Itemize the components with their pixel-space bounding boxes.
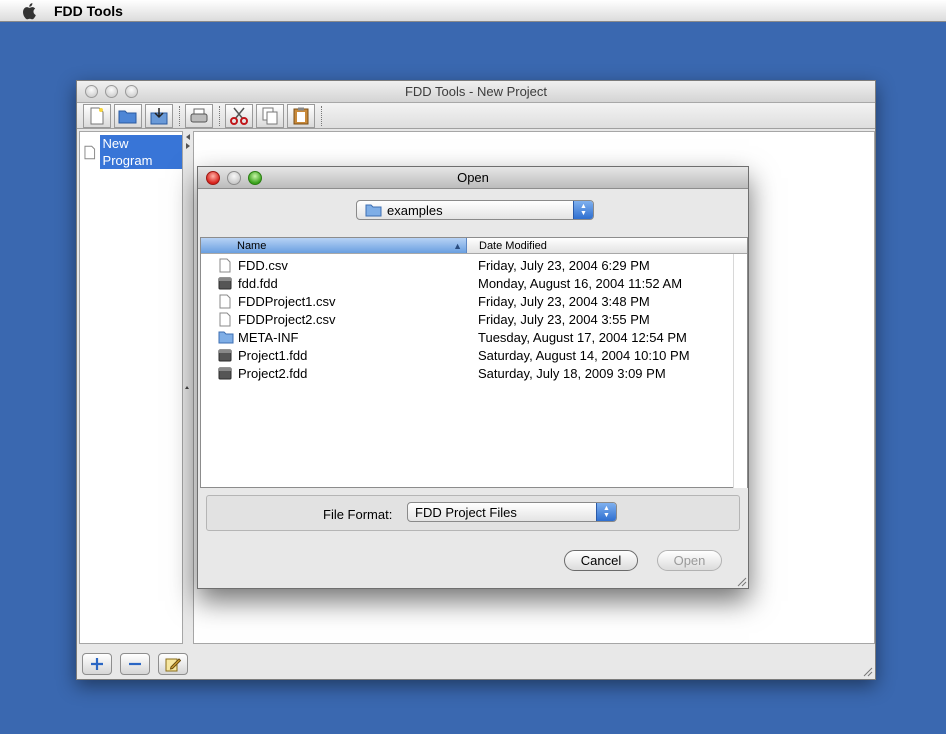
file-format-value: FDD Project Files	[415, 504, 517, 520]
file-row[interactable]: META-INF Tuesday, August 17, 2004 12:54 P…	[201, 328, 747, 346]
zoom-button[interactable]	[125, 85, 138, 98]
resize-grip-icon[interactable]	[735, 575, 747, 587]
dialog-window-controls	[206, 171, 262, 185]
remove-button[interactable]	[120, 653, 150, 675]
folder-popup[interactable]: examples ▲ ▼	[356, 200, 594, 220]
project-tree[interactable]: New Program	[79, 131, 183, 644]
vertical-scrollbar[interactable]	[733, 254, 747, 488]
folder-icon	[365, 204, 382, 217]
window-title: FDD Tools - New Project	[404, 84, 548, 99]
folder-popup-value: examples	[387, 202, 443, 218]
main-window-titlebar[interactable]: FDD Tools - New Project	[77, 81, 875, 103]
file-name: Project1.fdd	[238, 347, 308, 363]
file-row[interactable]: FDDProject2.csv Friday, July 23, 2004 3:5…	[201, 310, 747, 328]
file-list[interactable]: Name ▲ Date Modified FDD.csv Friday, July…	[200, 237, 748, 488]
plus-icon	[91, 658, 103, 670]
file-row[interactable]: Project2.fdd Saturday, July 18, 2009 3:09…	[201, 364, 747, 382]
file-row[interactable]: Project1.fdd Saturday, August 14, 2004 10…	[201, 346, 747, 364]
open-button[interactable]: Open	[657, 550, 722, 571]
file-name: META-INF	[238, 329, 299, 345]
new-document-icon	[90, 107, 104, 124]
edit-icon	[165, 658, 181, 672]
cancel-button[interactable]: Cancel	[564, 550, 638, 571]
document-icon	[218, 312, 232, 327]
open-button[interactable]	[114, 103, 142, 128]
file-date-modified: Friday, July 23, 2004 3:48 PM	[478, 293, 650, 309]
fdd-file-icon	[218, 348, 232, 362]
file-date-modified: Saturday, July 18, 2009 3:09 PM	[478, 365, 666, 381]
collapse-left-icon[interactable]	[184, 133, 192, 141]
minus-icon	[129, 662, 141, 666]
file-name: fdd.fdd	[238, 275, 278, 291]
file-name: FDDProject2.csv	[238, 311, 336, 327]
save-icon	[150, 107, 168, 124]
folder-icon	[218, 330, 234, 344]
toolbar-separator	[219, 105, 223, 126]
scissors-icon	[230, 107, 248, 125]
fdd-file-icon	[218, 366, 232, 380]
copy-button[interactable]	[256, 103, 284, 128]
column-name-label: Name	[237, 240, 267, 252]
app-menu[interactable]: FDD Tools	[54, 3, 123, 19]
menu-bar: FDD Tools	[0, 0, 946, 22]
popup-arrows-icon: ▲ ▼	[573, 201, 593, 219]
expand-right-icon[interactable]	[184, 142, 192, 150]
document-icon	[218, 294, 232, 309]
printer-icon	[190, 108, 208, 122]
file-name: FDD.csv	[238, 257, 288, 273]
resize-grip-icon[interactable]	[861, 665, 873, 677]
file-name: FDDProject1.csv	[238, 293, 336, 309]
file-rows: FDD.csv Friday, July 23, 2004 6:29 PM fdd.…	[201, 254, 747, 382]
toolbar-separator	[179, 105, 183, 126]
file-format-label: File Format:	[323, 507, 393, 522]
file-row[interactable]: fdd.fdd Monday, August 16, 2004 11:52 AM	[201, 274, 747, 292]
file-list-header: Name ▲ Date Modified	[201, 238, 747, 254]
minimize-button[interactable]	[105, 85, 118, 98]
file-date-modified: Saturday, August 14, 2004 10:10 PM	[478, 347, 690, 363]
window-controls	[85, 85, 138, 98]
add-button[interactable]	[82, 653, 112, 675]
file-row[interactable]: FDD.csv Friday, July 23, 2004 6:29 PM	[201, 256, 747, 274]
file-name: Project2.fdd	[238, 365, 308, 381]
file-date-modified: Monday, August 16, 2004 11:52 AM	[478, 275, 683, 291]
apple-menu-icon[interactable]	[18, 2, 42, 20]
dialog-titlebar[interactable]: Open	[198, 167, 748, 189]
copy-icon	[262, 107, 278, 124]
split-pane-divider[interactable]	[183, 131, 193, 644]
dialog-minimize-button[interactable]	[227, 171, 241, 185]
document-icon	[218, 258, 232, 273]
file-row[interactable]: FDDProject1.csv Friday, July 23, 2004 3:4…	[201, 292, 747, 310]
dialog-title: Open	[457, 170, 489, 185]
column-header-date[interactable]: Date Modified	[467, 238, 747, 253]
toolbar-separator	[321, 105, 325, 126]
file-date-modified: Friday, July 23, 2004 6:29 PM	[478, 257, 650, 273]
clipboard-icon	[293, 107, 309, 124]
file-date-modified: Tuesday, August 17, 2004 12:54 PM	[478, 329, 687, 345]
popup-arrows-icon: ▲ ▼	[596, 503, 616, 521]
paste-button[interactable]	[287, 103, 315, 128]
document-icon	[84, 145, 96, 159]
tree-item-new-program[interactable]: New Program	[84, 135, 182, 169]
divider-grip-icon	[185, 386, 189, 389]
file-format-box: File Format: FDD Project Files ▲ ▼	[206, 495, 740, 531]
open-folder-icon	[118, 110, 137, 123]
cut-button[interactable]	[225, 103, 253, 128]
print-button[interactable]	[185, 103, 213, 128]
sort-ascending-icon: ▲	[453, 241, 462, 251]
dialog-zoom-button[interactable]	[248, 171, 262, 185]
edit-button[interactable]	[158, 653, 188, 675]
open-dialog: Open examples ▲ ▼ Name ▲ Date Modified FD…	[197, 166, 749, 589]
dialog-close-button[interactable]	[206, 171, 220, 185]
save-button[interactable]	[145, 103, 173, 128]
column-header-name[interactable]: Name ▲	[201, 238, 467, 253]
tree-item-label: New Program	[99, 135, 182, 169]
file-format-popup[interactable]: FDD Project Files ▲ ▼	[407, 502, 617, 522]
column-date-label: Date Modified	[479, 240, 547, 252]
new-button[interactable]	[83, 103, 111, 128]
bottom-toolbar	[82, 653, 188, 675]
toolbar	[77, 103, 875, 129]
fdd-file-icon	[218, 276, 232, 290]
close-button[interactable]	[85, 85, 98, 98]
file-date-modified: Friday, July 23, 2004 3:55 PM	[478, 311, 650, 327]
